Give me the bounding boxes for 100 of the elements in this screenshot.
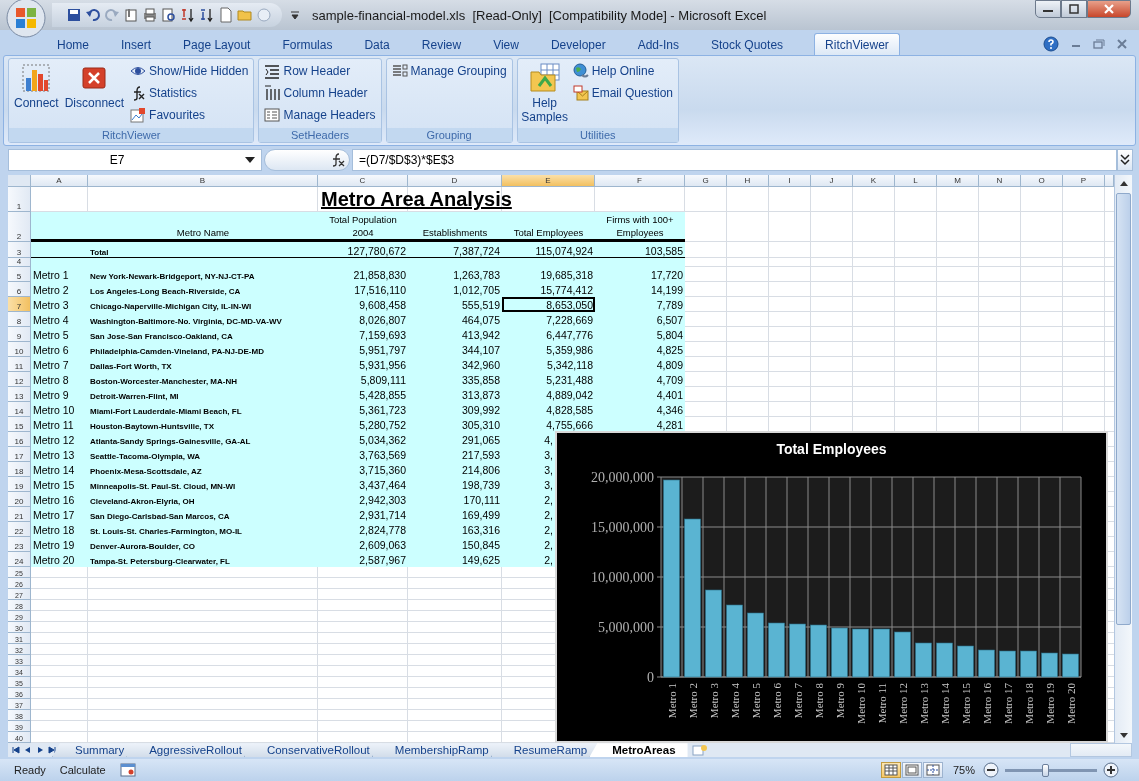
column-header[interactable]: E [502,175,595,188]
column-header[interactable]: J [811,175,853,188]
table-cell[interactable]: 4,346 [595,402,685,418]
table-cell[interactable]: 3, [502,447,555,463]
table-cell[interactable]: 2,609,063 [318,537,408,553]
table-cell[interactable]: 335,858 [408,372,502,388]
table-cell[interactable]: Denver-Aurora-Boulder, CO [88,537,318,553]
insert-function-button[interactable] [264,149,350,172]
sort-descending-icon[interactable] [199,7,215,23]
table-cell[interactable]: Metro 18 [31,522,88,538]
table-cell[interactable]: 3,437,464 [318,477,408,493]
down-arrow-icon[interactable] [1119,732,1128,738]
table-cell[interactable]: 21,858,830 [318,267,408,283]
table-cell[interactable]: 115,074,924 [502,242,595,259]
table-cell[interactable]: 170,111 [408,492,502,508]
row-header[interactable]: 20 [8,492,31,508]
ribbon-button[interactable]: Manage Headers [262,103,378,126]
first-sheet-icon[interactable] [12,746,20,755]
ribbon-button[interactable]: Row Header [262,59,378,82]
table-cell[interactable]: 344,107 [408,342,502,358]
table-cell[interactable]: Metro 19 [31,537,88,553]
table-cell[interactable]: 2, [502,507,555,523]
ribbon-tab[interactable]: Page Layout [182,32,252,55]
row-header[interactable]: 3 [8,242,31,259]
ribbon-button[interactable]: Column Header [262,81,378,104]
table-cell[interactable]: Detroit-Warren-Flint, MI [88,387,318,403]
ribbon-button[interactable]: Email Question [570,81,675,104]
table-cell[interactable]: 2, [502,492,555,508]
column-header[interactable]: A [31,175,88,188]
table-cell[interactable]: 7,387,724 [408,242,502,259]
column-header[interactable]: O [1021,175,1063,188]
save-icon[interactable] [66,7,82,23]
table-cell[interactable]: Phoenix-Mesa-Scottsdale, AZ [88,462,318,478]
table-cell[interactable]: 1,012,705 [408,282,502,298]
printer-icon[interactable] [142,7,158,23]
column-heading[interactable]: Total Population 2004 [318,212,408,243]
table-cell[interactable]: Metro 9 [31,387,88,403]
table-cell[interactable]: 7,228,669 [502,312,595,328]
table-cell[interactable]: 14,199 [595,282,685,298]
table-cell[interactable]: 3, [502,477,555,493]
row-header[interactable]: 14 [8,402,31,418]
ribbon-tab[interactable]: Insert [120,32,153,55]
ribbon-tab[interactable]: RitchViewer [814,32,900,55]
dropdown-caret-icon[interactable] [245,157,255,164]
table-cell[interactable]: 5,342,118 [502,357,595,373]
row-header[interactable]: 2 [8,212,31,243]
table-cell[interactable]: St. Louis-St. Charles-Farmington, MO-IL [88,522,318,538]
ribbon-button[interactable]: Help Samples [520,59,569,129]
table-cell[interactable]: 3,715,360 [318,462,408,478]
table-cell[interactable]: 2, [502,522,555,538]
table-cell[interactable]: 2, [502,552,555,568]
zoom-level[interactable]: 75% [952,764,975,777]
table-cell[interactable]: 5,359,986 [502,342,595,358]
table-cell[interactable]: 4,709 [595,372,685,388]
table-cell[interactable]: 2,931,714 [318,507,408,523]
table-cell[interactable]: Washington-Baltimore-No. Virginia, DC-MD-VA-WV [88,312,318,328]
minimize-button[interactable] [1035,0,1061,18]
column-header[interactable]: N [979,175,1021,188]
table-cell[interactable]: 214,806 [408,462,502,478]
table-cell[interactable]: Metro 6 [31,342,88,358]
table-cell[interactable]: 5,361,723 [318,402,408,418]
vertical-scrollbar[interactable] [1114,175,1132,744]
table-cell[interactable]: 4,401 [595,387,685,403]
table-cell[interactable]: 4,828,585 [502,402,595,418]
table-cell[interactable]: Metro 12 [31,432,88,448]
undo-icon[interactable] [85,7,101,23]
row-header[interactable]: 11 [8,357,31,373]
table-cell[interactable]: 150,845 [408,537,502,553]
last-sheet-icon[interactable] [48,746,56,755]
row-header[interactable]: 5 [8,267,31,283]
column-header[interactable]: I [769,175,811,188]
table-cell[interactable]: Metro 5 [31,327,88,343]
table-cell[interactable]: 3, [502,462,555,478]
table-cell[interactable]: 5,809,111 [318,372,408,388]
column-heading[interactable]: Metro Name [88,212,318,243]
row-header[interactable]: 13 [8,387,31,403]
name-box[interactable]: E7 [8,149,262,172]
column-heading[interactable]: Establishments [408,212,502,243]
table-cell[interactable]: 163,316 [408,522,502,538]
column-header[interactable]: B [88,175,318,188]
ribbon-tab[interactable]: Home [56,32,90,55]
row-header[interactable]: 12 [8,372,31,388]
table-cell[interactable]: 3,763,569 [318,447,408,463]
table-cell[interactable]: 5,034,362 [318,432,408,448]
table-cell[interactable]: New York-Newark-Bridgeport, NY-NJ-CT-PA [88,267,318,283]
table-cell[interactable]: Metro 14 [31,462,88,478]
row-header[interactable]: 24 [8,552,31,568]
row-header[interactable]: 17 [8,447,31,463]
next-sheet-icon[interactable] [36,746,44,755]
ribbon-button[interactable]: Help Online [570,59,675,82]
formula-field[interactable]: =(D7/$D$3)*$E$3 [352,149,1117,172]
ribbon-tab[interactable]: Review [420,32,463,55]
table-cell[interactable]: 9,608,458 [318,297,408,313]
column-header[interactable]: C [318,175,408,188]
table-cell[interactable]: Metro 10 [31,402,88,418]
macro-record-icon[interactable] [119,763,136,778]
print-preview-icon[interactable] [161,7,177,23]
row-header[interactable]: 9 [8,327,31,343]
table-cell[interactable]: 4,825 [595,342,685,358]
table-cell[interactable]: 169,499 [408,507,502,523]
